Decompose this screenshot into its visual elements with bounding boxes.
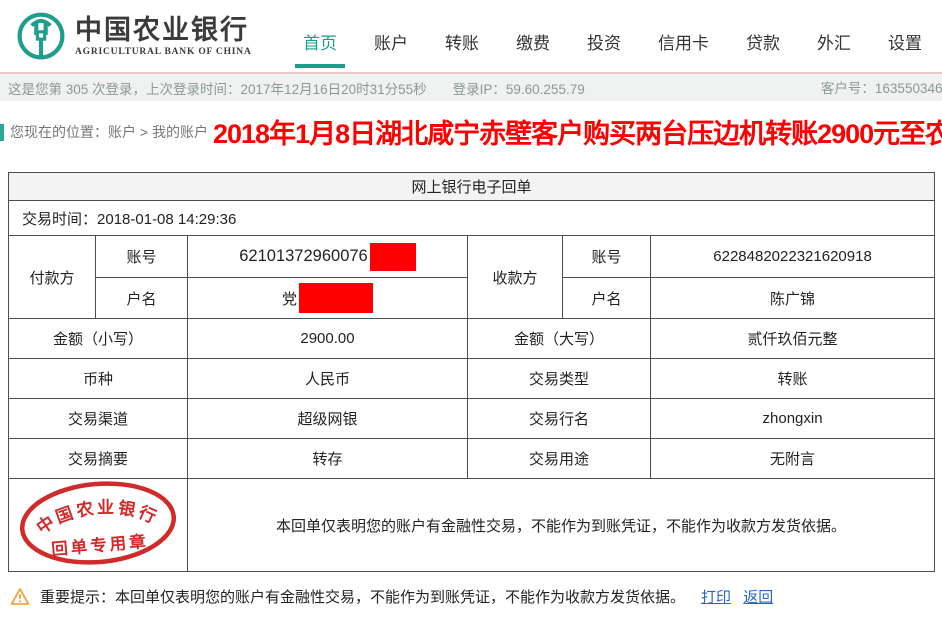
header: 中国农业银行 AGRICULTURAL BANK OF CHINA 首页 账户 …: [0, 0, 942, 72]
redaction-block: [299, 283, 373, 313]
currency-value: 人民币: [188, 359, 468, 399]
amount-words-label: 金额（大写）: [468, 319, 651, 359]
amount-figures-label: 金额（小写）: [9, 319, 188, 359]
bank-name: 中国农业银行 AGRICULTURAL BANK OF CHINA: [75, 15, 252, 57]
bank-name-cn: 中国农业银行: [75, 15, 252, 45]
receipt-title: 网上银行电子回单: [9, 173, 935, 201]
amount-figures-value: 2900.00: [188, 319, 468, 359]
nav-item-loans[interactable]: 贷款: [746, 19, 780, 54]
redaction-block: [370, 243, 416, 271]
nav-item-credit-card[interactable]: 信用卡: [658, 19, 709, 54]
important-notice-text: 重要提示：本回单仅表明您的账户有金融性交易，不能作为到账凭证，不能作为收款方发货…: [40, 586, 685, 607]
payer-account-cell: 62101372960076: [188, 236, 468, 278]
seal-text-top: 中国农业银行: [31, 492, 164, 539]
transaction-type-value: 转账: [651, 359, 935, 399]
login-status-bar: 这是您第 305 次登录，上次登录时间：2017年12月16日20时31分55秒…: [0, 72, 942, 101]
payer-group-label: 付款方: [9, 236, 96, 319]
channel-value: 超级网银: [188, 399, 468, 439]
transaction-time-cell: 交易时间：2018-01-08 14:29:36: [9, 201, 935, 236]
summary-value: 转存: [188, 439, 468, 479]
bank-seal-cell: 中国农业银行 回单专用章: [9, 479, 188, 572]
breadcrumb-marker: [0, 124, 4, 141]
currency-label: 币种: [9, 359, 188, 399]
svg-text:中国农业银行: 中国农业银行: [31, 492, 164, 539]
summary-label: 交易摘要: [9, 439, 188, 479]
payer-name-label: 户名: [96, 278, 188, 319]
bank-name-value: zhongxin: [651, 399, 935, 439]
login-count-info: 这是您第 305 次登录，上次登录时间：2017年12月16日20时31分55秒: [8, 78, 427, 98]
payer-name-value: 党: [282, 288, 297, 309]
nav-item-home[interactable]: 首页: [303, 19, 337, 54]
print-link[interactable]: 打印: [701, 589, 731, 606]
payee-group-label: 收款方: [468, 236, 563, 319]
nav-item-payments[interactable]: 缴费: [516, 19, 550, 54]
payer-account-label: 账号: [96, 236, 188, 278]
purpose-value: 无附言: [651, 439, 935, 479]
payer-account-number: 62101372960076: [239, 247, 367, 266]
transaction-time-value: 2018-01-08 14:29:36: [97, 211, 236, 228]
abc-bank-logo-icon: [16, 11, 66, 61]
payee-name-value: 陈广锦: [651, 278, 935, 319]
e-receipt-table: 网上银行电子回单 交易时间：2018-01-08 14:29:36 付款方 账号…: [8, 172, 935, 572]
payee-account-number: 6228482022321620918: [651, 236, 935, 278]
bank-name-en: AGRICULTURAL BANK OF CHINA: [75, 47, 252, 57]
nav-item-transfer[interactable]: 转账: [445, 19, 479, 54]
transaction-time-label: 交易时间：: [22, 211, 97, 228]
nav-item-settings[interactable]: 设置: [888, 19, 922, 54]
nav-item-accounts[interactable]: 账户: [374, 19, 408, 54]
red-annotation-text: 2018年1月8日湖北咸宁赤壁客户购买两台压边机转账2900元至农行账户: [213, 112, 942, 151]
footer-links: 打印 返回: [693, 586, 773, 607]
footer-notice-row: 重要提示：本回单仅表明您的账户有金融性交易，不能作为到账凭证，不能作为收款方发货…: [10, 586, 942, 607]
payee-name-label: 户名: [563, 278, 651, 319]
receipt-disclaimer: 本回单仅表明您的账户有金融性交易，不能作为到账凭证，不能作为收款方发货依据。: [188, 479, 935, 572]
channel-label: 交易渠道: [9, 399, 188, 439]
login-ip: 登录IP：59.60.255.79: [453, 78, 585, 98]
customer-number: 客户号：1635503462: [821, 74, 942, 101]
bank-name-label: 交易行名: [468, 399, 651, 439]
breadcrumb: 您现在的位置：账户 > 我的账户: [10, 122, 208, 142]
amount-words-value: 贰仟玖佰元整: [651, 319, 935, 359]
nav-item-forex[interactable]: 外汇: [817, 19, 851, 54]
warning-icon: [10, 587, 30, 606]
main-nav: 首页 账户 转账 缴费 投资 信用卡 贷款 外汇 设置: [303, 0, 922, 72]
payer-name-cell: 党: [188, 278, 468, 319]
breadcrumb-row: 您现在的位置：账户 > 我的账户 2018年1月8日湖北咸宁赤壁客户购买两台压边…: [0, 118, 942, 146]
payee-account-label: 账号: [563, 236, 651, 278]
bank-seal-stamp-icon: 中国农业银行 回单专用章: [16, 480, 180, 566]
back-link[interactable]: 返回: [743, 589, 773, 606]
transaction-type-label: 交易类型: [468, 359, 651, 399]
purpose-label: 交易用途: [468, 439, 651, 479]
nav-item-investment[interactable]: 投资: [587, 19, 621, 54]
bank-brand: 中国农业银行 AGRICULTURAL BANK OF CHINA: [16, 11, 252, 61]
